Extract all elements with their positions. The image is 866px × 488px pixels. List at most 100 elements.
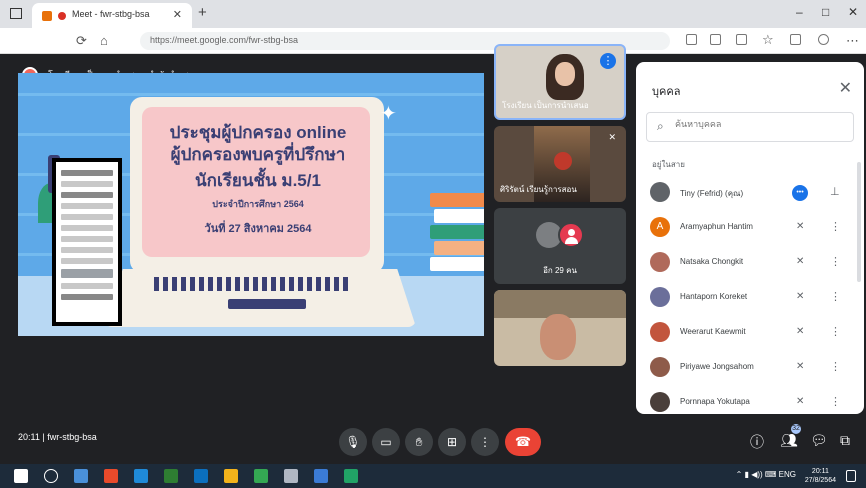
participant-row[interactable]: Weerarut Kaewmit ✕ ⋮ — [636, 316, 864, 351]
taskbar-clock[interactable]: 20:11 27/8/2564 — [805, 467, 836, 485]
speaking-indicator-icon: ••• — [792, 185, 808, 201]
app-icon[interactable] — [104, 469, 118, 483]
others-avatars — [536, 222, 588, 248]
participant-row[interactable]: Natsaka Chongkit ✕ ⋮ — [636, 246, 864, 281]
app-icon[interactable] — [314, 469, 328, 483]
task-view-icon[interactable] — [74, 469, 88, 483]
search-icon[interactable] — [44, 469, 58, 483]
participant-options-icon[interactable]: ⋮ — [830, 290, 841, 303]
tab-actions-icon[interactable] — [10, 8, 22, 19]
popup-line — [61, 203, 113, 209]
reader-icon[interactable] — [710, 34, 721, 45]
notifications-icon[interactable] — [846, 470, 856, 482]
home-icon[interactable]: ⌂ — [100, 33, 108, 48]
close-window-button[interactable]: ✕ — [848, 5, 858, 19]
excel-icon[interactable] — [344, 469, 358, 483]
participant-avatar — [650, 392, 670, 412]
participant-video-detail — [554, 152, 572, 170]
panel-scrollbar[interactable] — [857, 162, 861, 282]
new-tab-button[interactable]: + — [198, 4, 207, 21]
system-tray-icons[interactable]: ⌃ ▮ ◀)) ⌨ ENG — [736, 470, 796, 479]
app-icon[interactable] — [284, 469, 298, 483]
participant-count-badge: 32 — [791, 424, 801, 434]
split-icon[interactable] — [736, 34, 747, 45]
app-icon[interactable] — [254, 469, 268, 483]
participant-tile[interactable]: ✕ ศิริรัตน์ เรียนรู้การสอน — [494, 126, 626, 202]
participant-row[interactable]: Hantaporn Koreket ✕ ⋮ — [636, 281, 864, 316]
popup-line — [61, 258, 113, 264]
app-icon[interactable] — [134, 469, 148, 483]
meet-favicon-icon — [42, 11, 52, 21]
raise-hand-button[interactable]: ✋︎ — [405, 428, 433, 456]
slide-stripe — [18, 93, 484, 96]
chat-icon[interactable]: 💬︎ — [810, 432, 828, 449]
edge-icon[interactable] — [194, 469, 208, 483]
app-icon[interactable] — [224, 469, 238, 483]
taskbar-time: 20:11 — [811, 468, 829, 475]
popup-line — [61, 225, 113, 231]
profile-icon[interactable] — [818, 34, 829, 45]
camera-icon[interactable] — [686, 34, 697, 45]
pin-icon[interactable]: ⊥ — [830, 185, 840, 198]
taskbar-date: 27/8/2564 — [804, 477, 836, 484]
mic-off-icon: ✕ — [796, 326, 805, 337]
sparkle-icon: ✦ — [380, 103, 397, 125]
participant-options-icon[interactable]: ⋮ — [830, 325, 841, 338]
os-taskbar: ⌃ ▮ ◀)) ⌨ ENG 20:11 27/8/2564 — [0, 464, 866, 488]
info-icon[interactable]: ⓘ — [750, 432, 764, 452]
slide-academic-year: ประจำปีการศึกษา 2564 — [212, 199, 304, 209]
participant-avatar — [650, 287, 670, 307]
tab-title: Meet - fwr-stbg-bsa — [72, 9, 150, 19]
slide-title-line2: ผู้ปกครองพบครูที่ปรึกษา — [170, 145, 346, 164]
mic-off-icon: ✕ — [796, 221, 805, 232]
participant-row[interactable]: Pornnapa Yokutapa ✕ ⋮ — [636, 386, 864, 414]
participant-row[interactable]: Piriyawe Jongsahom ✕ ⋮ — [636, 351, 864, 386]
present-button[interactable]: ⊞ — [438, 428, 466, 456]
reload-icon[interactable]: ⟳ — [76, 33, 87, 49]
collections-icon[interactable] — [790, 34, 801, 45]
people-search-input[interactable] — [675, 119, 845, 129]
participant-options-icon[interactable]: ⋮ — [830, 395, 841, 408]
participant-list: Tiny (Fefrid) (คุณ) ••• ⊥ A Aramyaphun Hanti… — [636, 176, 864, 414]
participant-name: Pornnapa Yokutapa — [680, 397, 750, 406]
tab-close-icon[interactable]: ✕ — [173, 8, 182, 21]
participant-row[interactable]: Tiny (Fefrid) (คุณ) ••• ⊥ — [636, 176, 864, 211]
people-icon[interactable]: 👥︎ — [780, 432, 798, 449]
participant-avatar — [650, 182, 670, 202]
recording-dot-icon — [58, 12, 66, 20]
close-panel-icon[interactable]: ✕ — [839, 78, 852, 98]
tile-options-icon[interactable]: ⋮ — [600, 53, 616, 69]
meeting-info: 20:11 | fwr-stbg-bsa — [18, 432, 97, 442]
control-bar: 20:11 | fwr-stbg-bsa 🎙︎ ▭ ✋︎ ⊞ ⋮ ☎︎ ⓘ 👥︎… — [0, 418, 866, 464]
more-menu-icon[interactable]: ⋯ — [846, 33, 859, 49]
activities-icon[interactable]: ⧉ — [840, 432, 850, 449]
participant-avatar — [650, 322, 670, 342]
windows-start-icon[interactable] — [14, 469, 28, 483]
leave-call-button[interactable]: ☎︎ — [505, 428, 541, 456]
people-search[interactable]: ⌕ — [646, 112, 854, 142]
avatar — [558, 222, 584, 248]
mic-off-icon: ✕ — [796, 256, 805, 267]
app-icon[interactable] — [164, 469, 178, 483]
participant-face — [540, 314, 576, 360]
participant-name: Piriyawe Jongsahom — [680, 362, 754, 371]
camera-button[interactable]: ▭ — [372, 428, 400, 456]
others-tile[interactable]: อีก 29 คน — [494, 208, 626, 284]
mic-off-icon: ✕ — [796, 291, 805, 302]
maximize-button[interactable]: □ — [822, 5, 829, 19]
more-options-button[interactable]: ⋮ — [471, 428, 499, 456]
minimize-button[interactable]: – — [796, 5, 803, 19]
participant-options-icon[interactable]: ⋮ — [830, 220, 841, 233]
participant-options-icon[interactable]: ⋮ — [830, 255, 841, 268]
address-bar-row: ⟳ ⌂ https://meet.google.com/fwr-stbg-bsa… — [0, 28, 866, 54]
participant-tile[interactable] — [494, 290, 626, 366]
participant-row[interactable]: A Aramyaphun Hantim ✕ ⋮ — [636, 211, 864, 246]
mic-button[interactable]: 🎙︎ — [339, 428, 367, 456]
slide-title-line3: นักเรียนชั้น ม.5/1 — [195, 171, 321, 190]
browser-tab[interactable]: Meet - fwr-stbg-bsa ✕ — [32, 3, 192, 28]
popup-line — [61, 214, 113, 220]
participant-tile[interactable]: ⋮ โรงเรียน เป็นการนำเสนอ — [494, 44, 626, 120]
favorite-star-icon[interactable]: ☆ — [762, 32, 774, 48]
book — [434, 209, 484, 223]
participant-options-icon[interactable]: ⋮ — [830, 360, 841, 373]
